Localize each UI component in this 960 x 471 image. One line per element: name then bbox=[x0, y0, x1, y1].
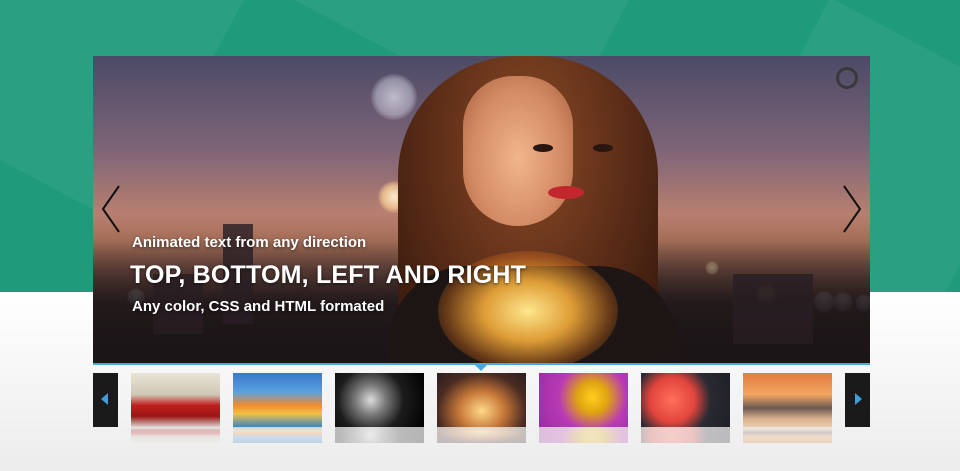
active-thumb-pointer-icon bbox=[474, 364, 488, 371]
next-slide-arrow-icon[interactable] bbox=[840, 184, 864, 234]
beach-sunset-thumbnail[interactable] bbox=[233, 373, 322, 427]
eye bbox=[593, 144, 613, 152]
thumbnail-reflection bbox=[233, 427, 322, 443]
thumbnail-reflection bbox=[539, 427, 628, 443]
thumbnails-prev-button[interactable] bbox=[93, 373, 118, 427]
thumbnail-strip bbox=[93, 373, 870, 443]
woman-lights-thumbnail[interactable] bbox=[437, 373, 526, 427]
thumbnail-reflection bbox=[131, 427, 220, 443]
sunflowers-thumbnail[interactable] bbox=[539, 373, 628, 427]
seascape-thumbnail[interactable] bbox=[743, 373, 832, 427]
thumbnail-reflection bbox=[335, 427, 424, 443]
grapefruit-thumbnail[interactable] bbox=[641, 373, 730, 427]
caret-right-icon bbox=[855, 393, 862, 405]
building bbox=[733, 274, 813, 344]
caption-line-3: Any color, CSS and HTML formated bbox=[132, 298, 385, 315]
thumbnail-reflection bbox=[437, 427, 526, 443]
woman-photo bbox=[378, 56, 678, 364]
caret-left-icon bbox=[101, 393, 108, 405]
previous-slide-arrow-icon[interactable] bbox=[99, 184, 123, 234]
red-car-thumbnail[interactable] bbox=[131, 373, 220, 427]
caption-line-1: Animated text from any direction bbox=[132, 234, 367, 251]
black-white-abstract-thumbnail[interactable] bbox=[335, 373, 424, 427]
face bbox=[463, 76, 573, 226]
eye bbox=[533, 144, 553, 152]
image-slider[interactable]: Animated text from any direction TOP, BO… bbox=[93, 56, 870, 364]
autoplay-toggle-icon[interactable] bbox=[836, 67, 858, 89]
thumbnail-reflection bbox=[641, 427, 730, 443]
thumbnail-reflection bbox=[743, 427, 832, 443]
caption-headline: TOP, BOTTOM, LEFT AND RIGHT bbox=[130, 261, 527, 289]
thumbnails-next-button[interactable] bbox=[845, 373, 870, 427]
lips bbox=[548, 186, 584, 199]
